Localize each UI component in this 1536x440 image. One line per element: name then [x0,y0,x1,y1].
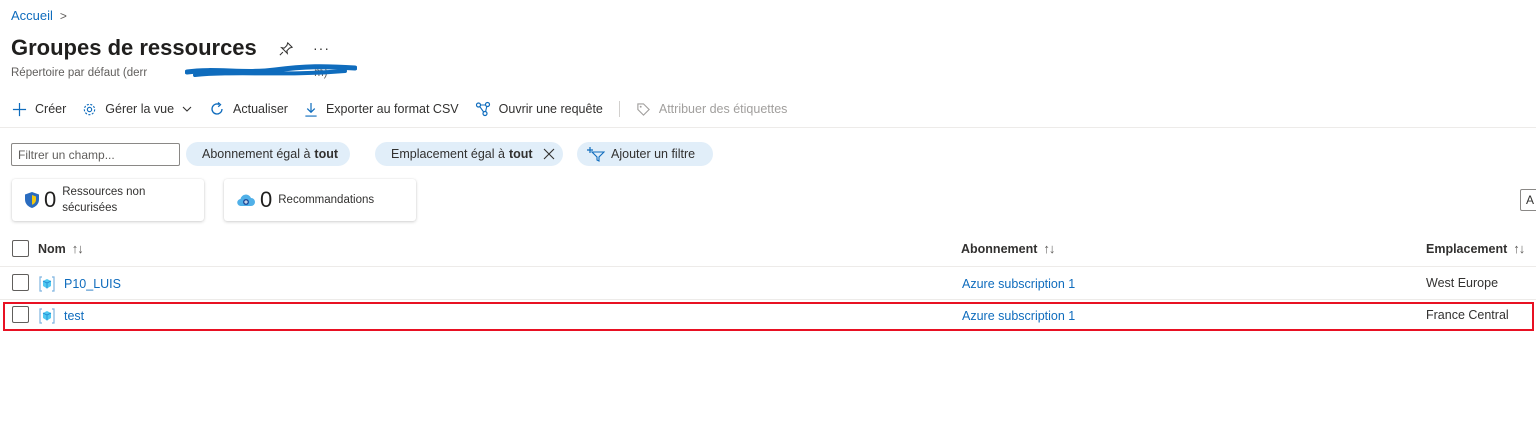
subtitle-text: Répertoire par défaut (derr [11,67,148,79]
close-icon[interactable] [543,148,555,160]
row-checkbox[interactable] [12,274,29,291]
column-header-subscription[interactable]: Abonnement ↑↓ [961,241,1055,256]
unsecured-resources-card[interactable]: 0 Ressources non sécurisées [12,179,204,221]
pin-icon[interactable] [279,41,294,61]
manage-view-button[interactable]: Gérer la vue [82,102,193,117]
recommendations-count: 0 [260,187,273,212]
more-icon[interactable]: ··· [313,40,330,56]
query-icon [475,101,490,117]
subscription-link[interactable]: Azure subscription 1 [962,277,1075,291]
location-filter-label: Emplacement égal à [391,147,505,161]
page-title: Groupes de ressources [11,35,257,60]
sort-icon[interactable]: ↑↓ [1043,241,1055,256]
unsecured-count: 0 [44,187,57,212]
resource-group-link[interactable]: P10_LUIS [64,277,121,291]
subscription-filter-pill[interactable]: Abonnement égal à tout [186,142,351,166]
refresh-button[interactable]: Actualiser [209,101,288,117]
command-bar: Créer Gérer la vue Actualiser Exporter a… [12,96,803,122]
column-header-location[interactable]: Emplacement ↑↓ [1426,241,1525,256]
sort-icon[interactable]: ↑↓ [1513,241,1525,256]
add-filter-label: Ajouter un filtre [611,147,696,161]
column-header-name-label: Nom [38,241,66,256]
refresh-icon [211,102,223,115]
create-button[interactable]: Créer [12,102,66,117]
unsecured-label-line1: Ressources non [62,186,146,198]
open-query-button[interactable]: Ouvrir une requête [475,101,603,117]
row-highlight-box [3,302,1534,331]
assign-tags-label: Attribuer des étiquettes [658,102,788,116]
create-label: Créer [35,102,67,116]
toolbar-divider [618,101,620,117]
assign-tags-button[interactable]: Attribuer des étiquettes [636,102,788,117]
table-row-name-cell: P10_LUIS [38,276,121,292]
right-edge-dropdown[interactable]: A [1520,189,1536,211]
chevron-right-icon: > [59,8,67,23]
download-icon [305,102,317,117]
column-header-location-label: Emplacement [1426,241,1508,256]
recommendations-label: Recommandations [278,194,375,206]
location-filter-value: tout [508,147,533,161]
column-header-subscription-label: Abonnement [961,241,1038,256]
location-filter-pill[interactable]: Emplacement égal à tout [375,142,563,166]
redaction-scribble [185,64,357,77]
subscription-filter-value: tout [314,147,339,161]
table-header-divider [0,266,1536,267]
gear-icon [84,103,96,115]
row-divider [0,299,1536,300]
export-csv-button[interactable]: Exporter au format CSV [304,102,459,117]
toolbar-divider-line [0,127,1536,128]
shield-icon [25,192,39,208]
refresh-label: Actualiser [233,102,288,116]
manage-view-label: Gérer la vue [105,102,175,116]
subscription-filter-label: Abonnement égal à [202,147,311,161]
chevron-down-icon [182,106,192,112]
select-all-checkbox[interactable] [12,240,29,257]
recommendations-card[interactable]: 0 Recommandations [224,179,416,221]
breadcrumb-home-link[interactable]: Accueil [11,8,53,23]
column-header-name[interactable]: Nom ↑↓ [38,241,84,256]
location-cell: West Europe [1426,276,1499,290]
plus-icon [12,102,27,116]
breadcrumb: Accueil > [11,8,67,23]
export-csv-label: Exporter au format CSV [325,102,459,116]
sort-icon[interactable]: ↑↓ [72,241,84,256]
unsecured-label: Ressources non sécurisées [62,184,145,216]
filter-field-input[interactable] [11,143,180,166]
add-filter-button[interactable]: Ajouter un filtre [577,142,714,166]
open-query-label: Ouvrir une requête [498,102,603,116]
tag-icon [637,102,650,116]
add-filter-icon [587,147,605,162]
resource-group-icon [39,276,55,292]
recommendation-cloud-icon [237,194,255,207]
unsecured-label-line2: sécurisées [62,202,118,214]
